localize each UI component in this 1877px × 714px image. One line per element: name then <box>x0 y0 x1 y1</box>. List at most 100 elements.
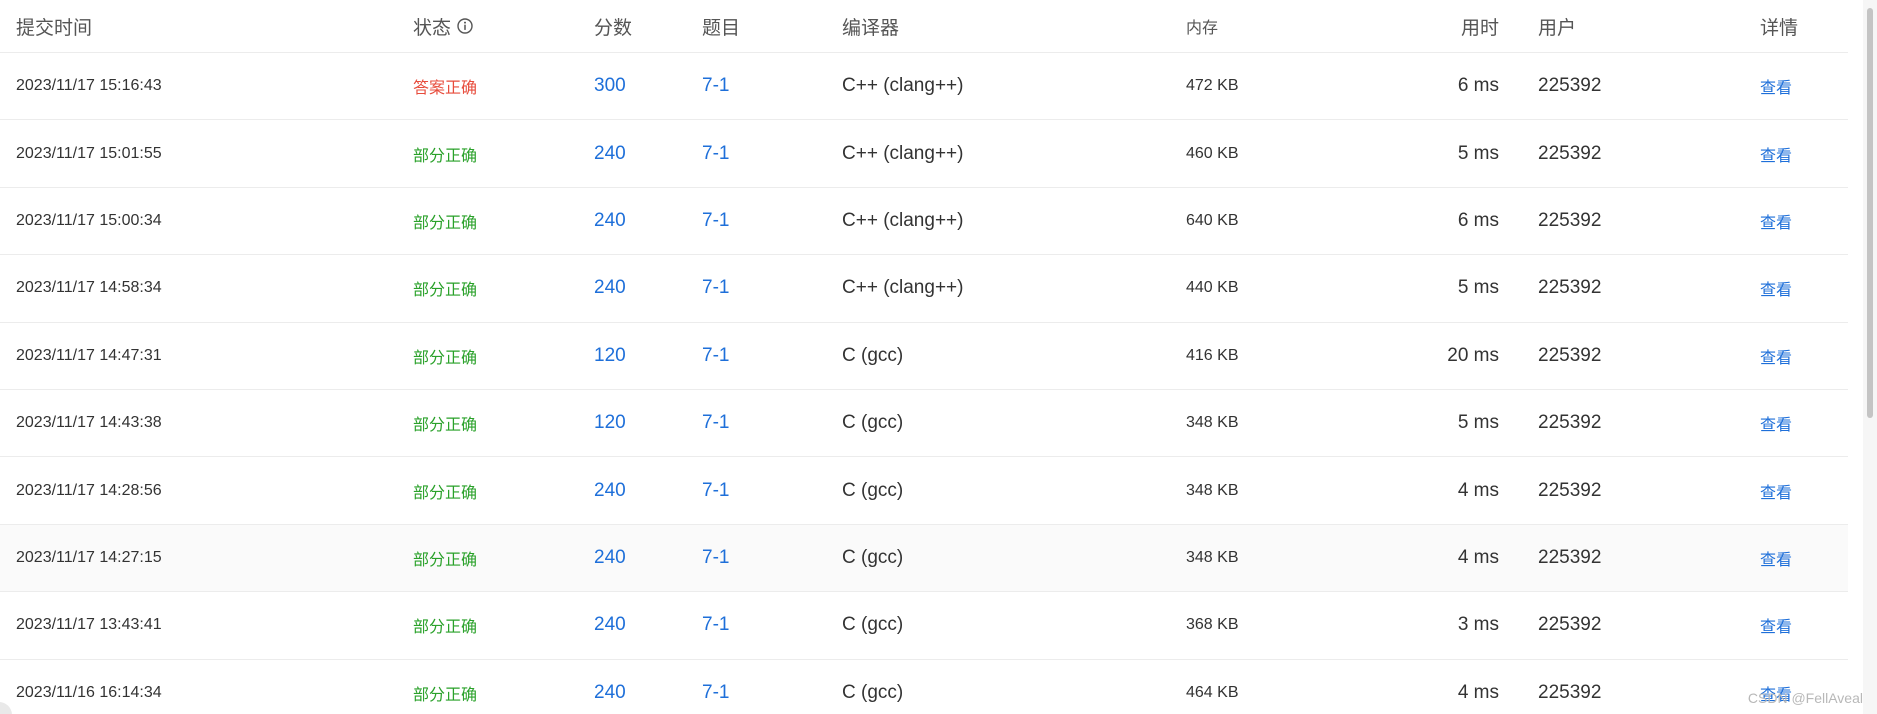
score-link[interactable]: 240 <box>594 120 626 186</box>
table-row[interactable]: 2023/11/17 13:43:41 部分正确 240 7-1 C (gcc)… <box>0 592 1848 660</box>
runtime: 5 ms <box>1457 412 1499 434</box>
memory: 348 KB <box>1186 414 1239 432</box>
score-link[interactable]: 300 <box>594 53 626 119</box>
table-row[interactable]: 2023/11/17 14:58:34 部分正确 240 7-1 C++ (cl… <box>0 255 1848 323</box>
score-link[interactable]: 120 <box>594 323 626 389</box>
view-detail-link[interactable]: 查看 <box>1760 592 1792 658</box>
status-badge: 部分正确 <box>413 484 478 502</box>
runtime: 20 ms <box>1447 344 1499 366</box>
user: 225392 <box>1538 209 1602 231</box>
submit-time: 2023/11/17 14:43:38 <box>16 414 162 432</box>
memory: 460 KB <box>1186 144 1239 162</box>
score-link[interactable]: 240 <box>594 188 626 254</box>
problem-link[interactable]: 7-1 <box>702 660 729 714</box>
problem-link[interactable]: 7-1 <box>702 525 729 591</box>
runtime: 5 ms <box>1457 277 1499 299</box>
view-detail-link[interactable]: 查看 <box>1760 390 1792 456</box>
submit-time: 2023/11/17 15:01:55 <box>16 144 162 162</box>
status-badge: 部分正确 <box>413 686 478 704</box>
score-link[interactable]: 240 <box>594 255 626 321</box>
user: 225392 <box>1538 546 1602 568</box>
table-row[interactable]: 2023/11/17 14:27:15 部分正确 240 7-1 C (gcc)… <box>0 524 1848 593</box>
problem-link[interactable]: 7-1 <box>702 120 729 186</box>
memory: 368 KB <box>1186 616 1239 634</box>
table-row[interactable]: 2023/11/17 14:28:56 部分正确 240 7-1 C (gcc)… <box>0 457 1848 525</box>
header-compiler: 编译器 <box>842 17 900 39</box>
memory: 440 KB <box>1186 279 1239 297</box>
header-status: 状态 <box>413 0 473 52</box>
header-problem: 题目 <box>702 17 741 39</box>
runtime: 4 ms <box>1457 479 1499 501</box>
runtime: 3 ms <box>1457 614 1499 636</box>
compiler: C (gcc) <box>842 546 904 568</box>
watermark-text: CSDN @FellAveal <box>1747 690 1863 706</box>
problem-link[interactable]: 7-1 <box>702 53 729 119</box>
compiler: C (gcc) <box>842 344 904 366</box>
problem-link[interactable]: 7-1 <box>702 592 729 658</box>
compiler: C++ (clang++) <box>842 75 964 97</box>
header-memory: 内存 <box>1186 20 1219 37</box>
runtime: 6 ms <box>1457 209 1499 231</box>
header-runtime: 用时 <box>1460 17 1499 39</box>
status-badge: 答案正确 <box>413 80 478 98</box>
submit-time: 2023/11/17 14:47:31 <box>16 346 162 364</box>
status-badge: 部分正确 <box>413 349 478 367</box>
score-link[interactable]: 120 <box>594 390 626 456</box>
view-detail-link[interactable]: 查看 <box>1760 188 1792 254</box>
runtime: 4 ms <box>1457 546 1499 568</box>
score-link[interactable]: 240 <box>594 457 626 523</box>
user: 225392 <box>1538 614 1602 636</box>
view-detail-link[interactable]: 查看 <box>1760 53 1792 119</box>
score-link[interactable]: 240 <box>594 525 626 591</box>
table-row[interactable]: 2023/11/17 15:16:43 答案正确 300 7-1 C++ (cl… <box>0 53 1848 121</box>
user: 225392 <box>1538 75 1602 97</box>
compiler: C++ (clang++) <box>842 277 964 299</box>
status-badge: 部分正确 <box>413 147 478 165</box>
status-badge: 部分正确 <box>413 214 478 232</box>
submit-time: 2023/11/17 15:16:43 <box>16 77 162 95</box>
submission-page: 提交时间 状态 分数 题目 编译器 内存 用时 用户 详情 2023/11/17 <box>0 0 1877 714</box>
memory: 348 KB <box>1186 548 1239 566</box>
compiler: C (gcc) <box>842 681 904 703</box>
score-link[interactable]: 240 <box>594 592 626 658</box>
memory: 640 KB <box>1186 211 1239 229</box>
submissions-table: 提交时间 状态 分数 题目 编译器 内存 用时 用户 详情 2023/11/17 <box>0 0 1848 714</box>
view-detail-link[interactable]: 查看 <box>1760 525 1792 591</box>
view-detail-link[interactable]: 查看 <box>1760 120 1792 186</box>
status-badge: 部分正确 <box>413 417 478 435</box>
score-link[interactable]: 240 <box>594 660 626 714</box>
user: 225392 <box>1538 681 1602 703</box>
user: 225392 <box>1538 344 1602 366</box>
table-header: 提交时间 状态 分数 题目 编译器 内存 用时 用户 详情 <box>0 0 1848 53</box>
header-status-label: 状态 <box>413 17 452 39</box>
compiler: C (gcc) <box>842 412 904 434</box>
problem-link[interactable]: 7-1 <box>702 390 729 456</box>
header-user: 用户 <box>1538 17 1577 39</box>
status-badge: 部分正确 <box>413 619 478 637</box>
submit-time: 2023/11/17 13:43:41 <box>16 616 162 634</box>
table-row[interactable]: 2023/11/17 15:01:55 部分正确 240 7-1 C++ (cl… <box>0 120 1848 188</box>
memory: 472 KB <box>1186 77 1239 95</box>
view-detail-link[interactable]: 查看 <box>1760 323 1792 389</box>
table-row[interactable]: 2023/11/17 14:43:38 部分正确 120 7-1 C (gcc)… <box>0 390 1848 458</box>
memory: 416 KB <box>1186 346 1239 364</box>
table-row[interactable]: 2023/11/17 14:47:31 部分正确 120 7-1 C (gcc)… <box>0 323 1848 390</box>
user: 225392 <box>1538 142 1602 164</box>
info-circle-icon[interactable] <box>457 18 473 34</box>
table-row[interactable]: 2023/11/16 16:14:34 部分正确 240 7-1 C (gcc)… <box>0 660 1848 714</box>
submit-time: 2023/11/17 15:00:34 <box>16 211 162 229</box>
header-detail: 详情 <box>1760 17 1799 39</box>
compiler: C++ (clang++) <box>842 142 964 164</box>
compiler: C++ (clang++) <box>842 209 964 231</box>
submit-time: 2023/11/17 14:27:15 <box>16 548 162 566</box>
view-detail-link[interactable]: 查看 <box>1760 255 1792 321</box>
problem-link[interactable]: 7-1 <box>702 323 729 389</box>
runtime: 6 ms <box>1457 75 1499 97</box>
view-detail-link[interactable]: 查看 <box>1760 457 1792 523</box>
vertical-scrollbar[interactable] <box>1863 0 1877 714</box>
problem-link[interactable]: 7-1 <box>702 255 729 321</box>
problem-link[interactable]: 7-1 <box>702 188 729 254</box>
scrollbar-thumb[interactable] <box>1867 8 1873 418</box>
table-row[interactable]: 2023/11/17 15:00:34 部分正确 240 7-1 C++ (cl… <box>0 188 1848 256</box>
problem-link[interactable]: 7-1 <box>702 457 729 523</box>
